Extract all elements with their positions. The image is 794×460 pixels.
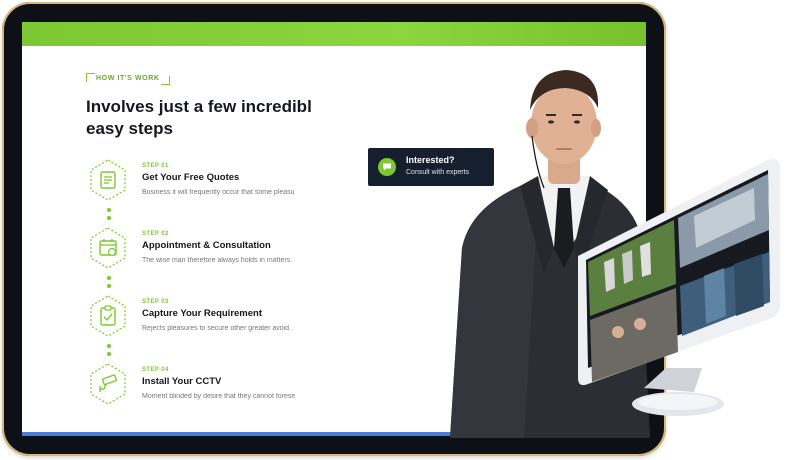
step-item-3[interactable]: STEP 03 Capture Your Requirement Rejects… xyxy=(86,294,326,354)
cctv-monitor xyxy=(574,156,788,434)
step-item-2[interactable]: STEP 02 Appointment & Consultation The w… xyxy=(86,226,326,286)
clipboard-icon xyxy=(86,294,130,338)
step-description: Moment blinded by desire that they canno… xyxy=(142,393,296,400)
step-number: STEP 01 xyxy=(142,163,169,169)
heading-line-1: Involves just a few incredibl xyxy=(86,97,312,116)
calendar-icon xyxy=(86,226,130,270)
green-header-bar xyxy=(22,22,646,46)
step-description: Business it will frequently occur that s… xyxy=(142,189,295,196)
step-number: STEP 03 xyxy=(142,299,169,305)
cctv-camera-icon xyxy=(86,362,130,406)
step-item-1[interactable]: STEP 01 Get Your Free Quotes Business it… xyxy=(86,158,326,218)
heading-line-2: easy steps xyxy=(86,119,173,138)
step-title: Get Your Free Quotes xyxy=(142,172,240,183)
section-eyebrow: HOW IT'S WORK xyxy=(86,73,170,85)
step-connector xyxy=(107,276,111,290)
eyebrow-bracket-right xyxy=(160,76,170,85)
step-connector xyxy=(107,208,111,222)
step-connector xyxy=(107,344,111,358)
eyebrow-bracket-left xyxy=(86,73,95,82)
step-title: Appointment & Consultation xyxy=(142,240,271,251)
step-item-4[interactable]: STEP 04 Install Your CCTV Moment blinded… xyxy=(86,362,326,422)
chat-bubble-icon xyxy=(378,158,396,176)
step-number: STEP 04 xyxy=(142,367,169,373)
step-title: Install Your CCTV xyxy=(142,376,222,387)
step-description: The wise man therefore always holds in m… xyxy=(142,257,293,264)
section-heading: Involves just a few incredibl easy steps xyxy=(86,96,316,140)
step-number: STEP 02 xyxy=(142,231,169,237)
eyebrow-text: HOW IT'S WORK xyxy=(96,75,160,82)
quote-document-icon xyxy=(86,158,130,202)
step-description: Rejects pleasures to secure other greate… xyxy=(142,325,292,332)
step-title: Capture Your Requirement xyxy=(142,308,263,319)
